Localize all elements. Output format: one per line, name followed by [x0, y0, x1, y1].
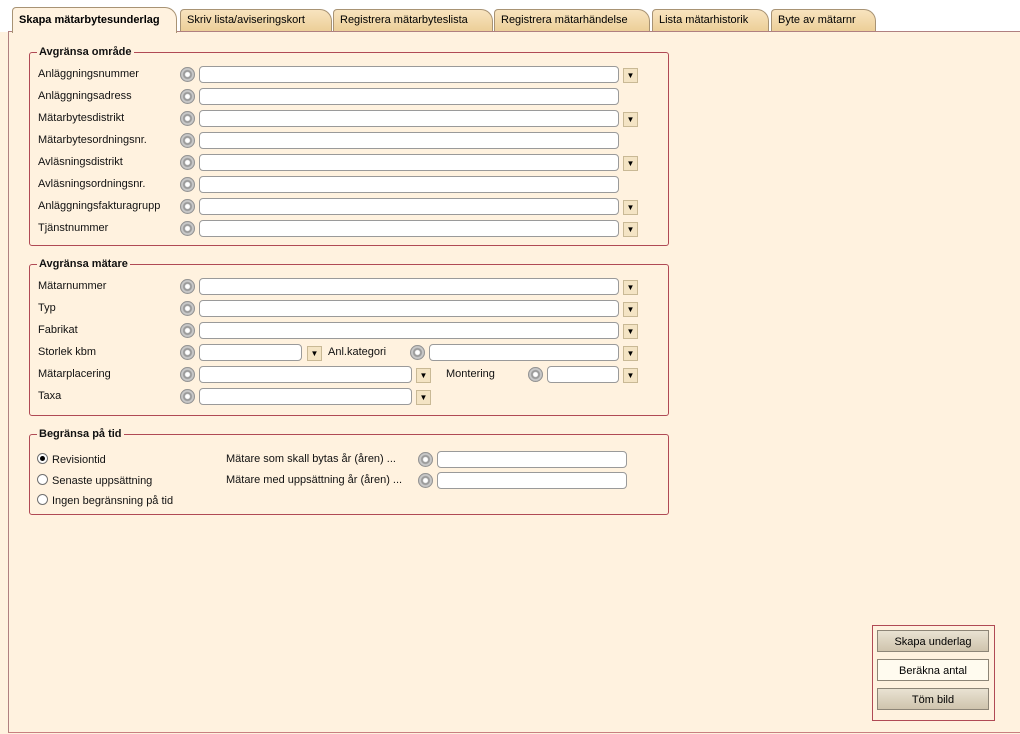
tab-bar: Skapa mätarbytesunderlag Skriv lista/avi…	[0, 0, 1020, 33]
area-group-title: Avgränsa område	[39, 46, 132, 58]
radio-label-ingen-begransning: Ingen begränsning på tid	[52, 495, 174, 507]
chevron-down-icon[interactable]: ▼	[623, 200, 638, 215]
gear-icon[interactable]	[180, 89, 195, 104]
anlaggningsnummer-input[interactable]	[199, 66, 619, 83]
field-label-fabrikat: Fabrikat	[38, 324, 78, 336]
tjanstnummer-input[interactable]	[199, 220, 619, 237]
field-label-setup-year: Mätare med uppsättning år (åren) ...	[226, 474, 403, 486]
field-label-anlaggningsnummer: Anläggningsnummer	[38, 68, 139, 80]
field-label-taxa: Taxa	[38, 390, 62, 402]
avlasningsdistrikt-input[interactable]	[199, 154, 619, 171]
taxa-input[interactable]	[199, 388, 412, 405]
tab-skapa-matarbytesunderlag[interactable]: Skapa mätarbytesunderlag	[12, 7, 177, 33]
setup-year-input[interactable]	[437, 472, 627, 489]
radio-ingen-begransning[interactable]	[37, 494, 48, 505]
montering-input[interactable]	[547, 366, 619, 383]
chevron-down-icon[interactable]: ▼	[623, 346, 638, 361]
field-label-matarbytesdistrikt: Mätarbytesdistrikt	[38, 112, 125, 124]
tab-skriv-lista[interactable]: Skriv lista/aviseringskort	[180, 9, 332, 31]
gear-icon[interactable]	[180, 221, 195, 236]
clear-view-button[interactable]: Töm bild	[877, 688, 989, 710]
field-label-avlasningsordningsnr: Avläsningsordningsnr.	[38, 178, 146, 190]
field-label-change-year: Mätare som skall bytas år (åren) ...	[226, 453, 396, 465]
chevron-down-icon[interactable]: ▼	[416, 368, 431, 383]
chevron-down-icon[interactable]: ▼	[623, 302, 638, 317]
field-label-anl-kategori: Anl.kategori	[328, 346, 387, 358]
field-label-matarbytesordningsnr: Mätarbytesordningsnr.	[38, 134, 147, 146]
calculate-count-button[interactable]: Beräkna antal	[877, 659, 989, 681]
gear-icon[interactable]	[180, 111, 195, 126]
action-button-panel: Skapa underlag Beräkna antal Töm bild	[872, 625, 995, 721]
chevron-down-icon[interactable]: ▼	[623, 112, 638, 127]
gear-icon[interactable]	[418, 473, 433, 488]
anlaggningsfakturagrupp-input[interactable]	[199, 198, 619, 215]
gear-icon[interactable]	[180, 367, 195, 382]
anl-kategori-input[interactable]	[429, 344, 619, 361]
gear-icon[interactable]	[180, 389, 195, 404]
field-label-anlaggningsfakturagrupp: Anläggningsfakturagrupp	[38, 200, 161, 212]
tab-registrera-matarhandelse[interactable]: Registrera mätarhändelse	[494, 9, 650, 31]
chevron-down-icon[interactable]: ▼	[623, 222, 638, 237]
field-label-montering: Montering	[446, 368, 495, 380]
gear-icon[interactable]	[180, 345, 195, 360]
field-label-tjanstnummer: Tjänstnummer	[38, 222, 109, 234]
chevron-down-icon[interactable]: ▼	[416, 390, 431, 405]
chevron-down-icon[interactable]: ▼	[623, 368, 638, 383]
gear-icon[interactable]	[180, 177, 195, 192]
matarplacering-input[interactable]	[199, 366, 412, 383]
radio-senaste-uppsattning[interactable]	[37, 474, 48, 485]
typ-input[interactable]	[199, 300, 619, 317]
chevron-down-icon[interactable]: ▼	[307, 346, 322, 361]
gear-icon[interactable]	[180, 155, 195, 170]
chevron-down-icon[interactable]: ▼	[623, 68, 638, 83]
gear-icon[interactable]	[180, 199, 195, 214]
field-label-avlasningsdistrikt: Avläsningsdistrikt	[38, 156, 123, 168]
field-label-matarplacering: Mätarplacering	[38, 368, 111, 380]
tab-registrera-matarbyteslista[interactable]: Registrera mätarbyteslista	[333, 9, 493, 31]
radio-revisiontid[interactable]	[37, 453, 48, 464]
fabrikat-input[interactable]	[199, 322, 619, 339]
tab-byte-av-matarnr[interactable]: Byte av mätarnr	[771, 9, 876, 31]
time-group-title: Begränsa på tid	[39, 428, 122, 440]
field-label-anlaggningsadress: Anläggningsadress	[38, 90, 132, 102]
gear-icon[interactable]	[180, 279, 195, 294]
matarbytesordningsnr-input[interactable]	[199, 132, 619, 149]
anlaggningsadress-input[interactable]	[199, 88, 619, 105]
storlek-kbm-input[interactable]	[199, 344, 302, 361]
gear-icon[interactable]	[418, 452, 433, 467]
create-underlag-button[interactable]: Skapa underlag	[877, 630, 989, 652]
chevron-down-icon[interactable]: ▼	[623, 156, 638, 171]
matarnummer-input[interactable]	[199, 278, 619, 295]
gear-icon[interactable]	[180, 323, 195, 338]
gear-icon[interactable]	[410, 345, 425, 360]
tab-lista-matarhistorik[interactable]: Lista mätarhistorik	[652, 9, 769, 31]
field-label-matarnummer: Mätarnummer	[38, 280, 107, 292]
field-label-storlek-kbm: Storlek kbm	[38, 346, 97, 358]
gear-icon[interactable]	[180, 67, 195, 82]
radio-label-revisiontid: Revisiontid	[52, 454, 106, 466]
radio-label-senaste-uppsattning: Senaste uppsättning	[52, 475, 153, 487]
avlasningsordningsnr-input[interactable]	[199, 176, 619, 193]
gear-icon[interactable]	[528, 367, 543, 382]
field-label-typ: Typ	[38, 302, 56, 314]
gear-icon[interactable]	[180, 301, 195, 316]
matarbytesdistrikt-input[interactable]	[199, 110, 619, 127]
meter-group-title: Avgränsa mätare	[39, 258, 128, 270]
gear-icon[interactable]	[180, 133, 195, 148]
chevron-down-icon[interactable]: ▼	[623, 280, 638, 295]
change-year-input[interactable]	[437, 451, 627, 468]
chevron-down-icon[interactable]: ▼	[623, 324, 638, 339]
